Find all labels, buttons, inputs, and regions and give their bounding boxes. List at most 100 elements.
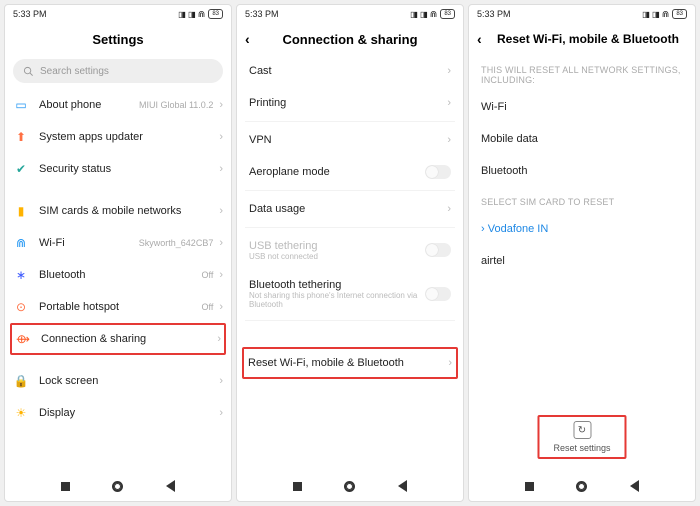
- recents-button[interactable]: [289, 478, 305, 494]
- sim-option[interactable]: airtel: [477, 245, 687, 277]
- reset-item: Bluetooth: [477, 155, 687, 187]
- page-title: Connection & sharing: [282, 32, 417, 47]
- sim-icon: ▮: [13, 203, 29, 219]
- display-icon: ☀: [13, 405, 29, 421]
- wifi-status-icon: ⋒: [662, 9, 670, 20]
- settings-row[interactable]: ⋒ Wi-FiSkyworth_642CB7 ›: [13, 227, 223, 259]
- chevron-right-icon: ›: [219, 375, 223, 387]
- row-cast[interactable]: Cast›: [245, 55, 455, 87]
- row-bluetooth-tethering[interactable]: Bluetooth tetheringNot sharing this phon…: [245, 270, 455, 318]
- back-button[interactable]: [395, 478, 411, 494]
- battery-icon: 83: [208, 9, 223, 19]
- sim-option[interactable]: Vodafone IN: [477, 213, 687, 245]
- row-vpn[interactable]: VPN›: [245, 124, 455, 156]
- search-input[interactable]: Search settings: [13, 59, 223, 83]
- status-time: 5:33 PM: [245, 9, 279, 19]
- status-bar: 5:33 PM ▯▮▯▮⋒83: [469, 5, 695, 23]
- row-label: Connection & sharing: [41, 333, 217, 345]
- signal-icon: ▯▮: [410, 10, 417, 19]
- reset-item: Wi-Fi: [477, 91, 687, 123]
- page-header: ‹ Reset Wi-Fi, mobile & Bluetooth: [469, 23, 695, 55]
- chevron-right-icon: ›: [219, 163, 223, 175]
- row-label: Display: [39, 407, 219, 419]
- status-bar: 5:33 PM ▯▮ ▯▮ ⋒ 83: [5, 5, 231, 23]
- reset-item: Mobile data: [477, 123, 687, 155]
- row-subtext: Skyworth_642CB7: [139, 238, 214, 248]
- chevron-right-icon: ›: [219, 99, 223, 111]
- row-label: Security status: [39, 163, 219, 175]
- phone-icon: ▭: [13, 97, 29, 113]
- wifi-icon: ⋒: [13, 235, 29, 251]
- search-icon: [23, 66, 34, 77]
- shield-icon: ✔: [13, 161, 29, 177]
- signal-icon: ▯▮: [642, 10, 649, 19]
- row-label: System apps updater: [39, 131, 219, 143]
- recents-button[interactable]: [57, 478, 73, 494]
- android-navbar: [5, 471, 231, 501]
- recents-button[interactable]: [521, 478, 537, 494]
- signal-icon: ▯▮: [420, 10, 427, 19]
- back-icon[interactable]: ‹: [245, 31, 250, 47]
- reset-icon: ↻: [573, 421, 591, 439]
- settings-row[interactable]: ▭ About phoneMIUI Global 11.0.2 ›: [13, 89, 223, 121]
- update-icon: ⬆: [13, 129, 29, 145]
- settings-row[interactable]: ▮ SIM cards & mobile networks›: [13, 195, 223, 227]
- settings-row[interactable]: ⟴ Connection & sharing›: [10, 323, 226, 355]
- settings-row[interactable]: ☀ Display›: [13, 397, 223, 429]
- row-label: Wi-Fi: [39, 237, 139, 249]
- settings-row[interactable]: 🔒 Lock screen›: [13, 365, 223, 397]
- reset-settings-button[interactable]: ↻ Reset settings: [537, 415, 626, 459]
- row-label: Lock screen: [39, 375, 219, 387]
- row-label: About phone: [39, 99, 139, 111]
- row-label: Portable hotspot: [39, 301, 201, 313]
- lock-icon: 🔒: [13, 373, 29, 389]
- home-button[interactable]: [110, 478, 126, 494]
- settings-row[interactable]: ✔ Security status›: [13, 153, 223, 185]
- bluetooth-icon: ∗: [13, 267, 29, 283]
- row-aeroplane[interactable]: Aeroplane mode: [245, 156, 455, 188]
- settings-row[interactable]: ∗BluetoothOff›: [13, 259, 223, 291]
- chevron-right-icon: ›: [447, 65, 451, 77]
- chevron-right-icon: ›: [217, 333, 221, 345]
- chevron-right-icon: ›: [219, 407, 223, 419]
- section-header: SELECT SIM CARD TO RESET: [477, 187, 687, 213]
- status-time: 5:33 PM: [13, 9, 47, 19]
- screen-reset-network: 5:33 PM ▯▮▯▮⋒83 ‹ Reset Wi-Fi, mobile & …: [468, 4, 696, 502]
- wifi-status-icon: ⋒: [430, 9, 438, 20]
- back-button[interactable]: [627, 478, 643, 494]
- signal-icon: ▯▮: [178, 10, 185, 19]
- chevron-right-icon: ›: [219, 131, 223, 143]
- chevron-right-icon: ›: [219, 269, 223, 281]
- connection-list: Cast› Printing› VPN› Aeroplane mode Data…: [237, 55, 463, 471]
- home-button[interactable]: [342, 478, 358, 494]
- row-subtext: Off: [201, 270, 213, 280]
- page-title: Reset Wi-Fi, mobile & Bluetooth: [497, 32, 679, 46]
- chevron-right-icon: ›: [219, 301, 223, 313]
- wifi-status-icon: ⋒: [198, 9, 206, 20]
- toggle-switch[interactable]: [425, 287, 451, 301]
- toggle-switch[interactable]: [425, 165, 451, 179]
- page-title: Settings: [5, 23, 231, 55]
- settings-row[interactable]: ⬆ System apps updater›: [13, 121, 223, 153]
- row-usb-tethering: USB tetheringUSB not connected: [245, 230, 455, 270]
- toggle-switch: [425, 243, 451, 257]
- row-label: SIM cards & mobile networks: [39, 205, 219, 217]
- row-printing[interactable]: Printing›: [245, 87, 455, 119]
- settings-row[interactable]: ⊙Portable hotspotOff›: [13, 291, 223, 323]
- row-subtext: Off: [201, 302, 213, 312]
- battery-icon: 83: [440, 9, 455, 19]
- share-icon: ⟴: [15, 331, 31, 347]
- back-icon[interactable]: ‹: [477, 31, 482, 47]
- page-header: ‹ Connection & sharing: [237, 23, 463, 55]
- battery-icon: 83: [672, 9, 687, 19]
- home-button[interactable]: [574, 478, 590, 494]
- chevron-right-icon: ›: [219, 237, 223, 249]
- back-button[interactable]: [163, 478, 179, 494]
- row-data-usage[interactable]: Data usage›: [245, 193, 455, 225]
- android-navbar: [237, 471, 463, 501]
- status-bar: 5:33 PM ▯▮▯▮⋒83: [237, 5, 463, 23]
- chevron-right-icon: ›: [219, 205, 223, 217]
- row-reset-network[interactable]: Reset Wi-Fi, mobile & Bluetooth›: [242, 347, 458, 379]
- row-subtext: MIUI Global 11.0.2: [139, 100, 213, 110]
- screen-settings: 5:33 PM ▯▮ ▯▮ ⋒ 83 Settings Search setti…: [4, 4, 232, 502]
